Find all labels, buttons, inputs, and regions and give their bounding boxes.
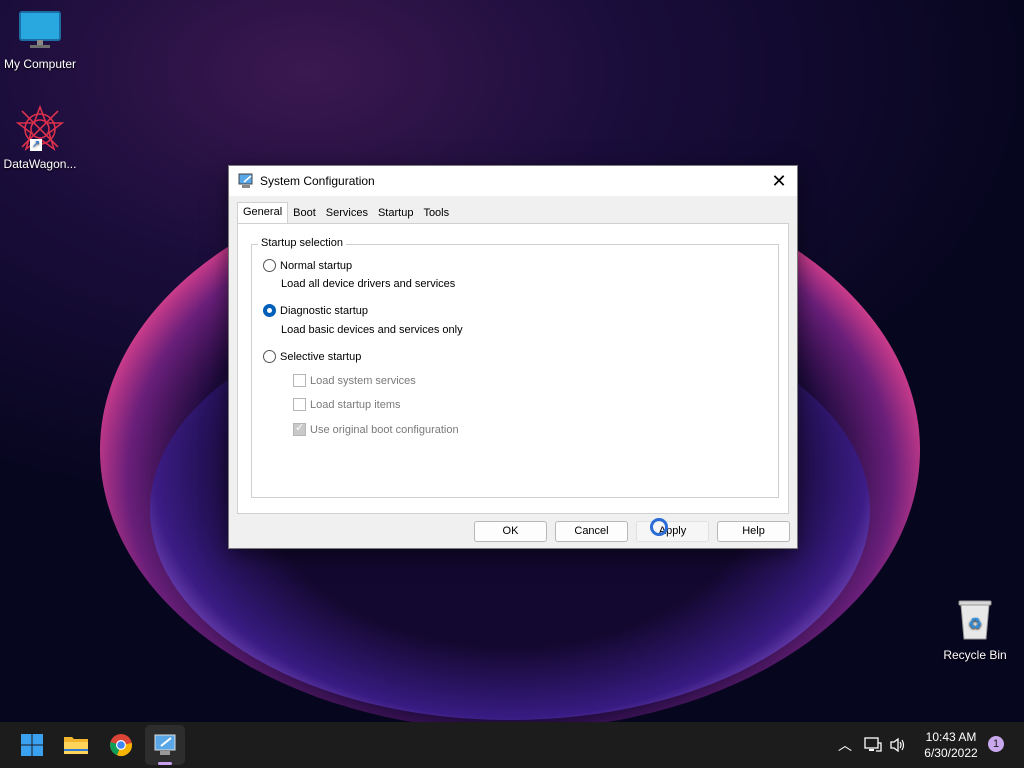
system-configuration-dialog: System Configuration ✕ General Boot Serv… <box>228 165 798 549</box>
windows-logo-icon <box>21 734 43 756</box>
svg-text:♻: ♻ <box>968 614 982 633</box>
network-icon <box>864 737 882 752</box>
load-system-services-option[interactable]: Load system services <box>293 374 416 387</box>
group-label: Startup selection <box>258 237 346 249</box>
use-original-boot-config-checkbox[interactable] <box>293 421 306 436</box>
diagnostic-startup-option[interactable]: Diagnostic startup <box>263 304 368 317</box>
tab-services[interactable]: Services <box>321 204 373 225</box>
normal-startup-radio[interactable] <box>263 259 276 272</box>
tab-startup[interactable]: Startup <box>373 204 418 225</box>
apply-button[interactable]: Apply <box>636 521 709 542</box>
busy-cursor-icon <box>650 518 668 536</box>
general-tab-panel: Startup selection Normal startup Load al… <box>237 223 789 514</box>
close-icon: ✕ <box>771 170 787 191</box>
notification-badge[interactable]: 1 <box>988 736 1004 752</box>
taskbar: ︿ 10:43 AM 6/30/2022 <box>0 722 1024 768</box>
startup-selection-group: Startup selection Normal startup Load al… <box>251 237 779 498</box>
selective-startup-label: Selective startup <box>280 350 362 363</box>
tab-tools[interactable]: Tools <box>418 204 454 225</box>
network-button[interactable] <box>864 722 882 768</box>
help-button[interactable]: Help <box>717 521 790 542</box>
use-original-boot-config-option[interactable]: Use original boot configuration <box>293 421 459 436</box>
desktop-icon-label: DataWagon... <box>3 157 77 171</box>
load-startup-items-label: Load startup items <box>310 398 401 411</box>
msconfig-icon <box>238 173 254 189</box>
datawagon-logo-icon: ↗ <box>15 104 65 153</box>
load-startup-items-option[interactable]: Load startup items <box>293 398 401 411</box>
speaker-icon <box>890 737 905 753</box>
desktop-icon-label: Recycle Bin <box>943 648 1007 662</box>
use-original-boot-config-label: Use original boot configuration <box>310 423 459 436</box>
system-configuration-taskbar-button[interactable] <box>151 731 179 759</box>
clock-time: 10:43 AM <box>925 730 977 744</box>
clock[interactable]: 10:43 AM 6/30/2022 <box>916 729 986 761</box>
normal-startup-description: Load all device drivers and services <box>281 278 456 290</box>
diagnostic-startup-radio[interactable] <box>263 304 276 317</box>
normal-startup-option[interactable]: Normal startup <box>263 259 352 272</box>
msconfig-icon <box>154 734 176 755</box>
desktop-icon-recycle-bin[interactable]: ♻ Recycle Bin <box>935 597 1015 662</box>
load-startup-items-checkbox[interactable] <box>293 398 306 411</box>
selective-startup-option[interactable]: Selective startup <box>263 350 361 363</box>
tab-bar: General Boot Services Startup Tools <box>237 202 454 227</box>
volume-button[interactable] <box>889 722 907 768</box>
diagnostic-startup-label: Diagnostic startup <box>280 304 369 317</box>
chrome-icon <box>110 734 132 757</box>
close-button[interactable]: ✕ <box>765 167 793 195</box>
load-system-services-checkbox[interactable] <box>293 374 306 387</box>
shortcut-arrow-icon: ↗ <box>30 139 42 151</box>
diagnostic-startup-description: Load basic devices and services only <box>281 324 463 336</box>
recycle-bin-icon: ♻ <box>935 597 1015 644</box>
normal-startup-label: Normal startup <box>280 259 353 272</box>
dialog-titlebar[interactable]: System Configuration ✕ <box>229 166 797 196</box>
folder-icon <box>64 737 88 754</box>
ok-button[interactable]: OK <box>474 521 547 542</box>
cancel-button[interactable]: Cancel <box>555 521 628 542</box>
load-system-services-label: Load system services <box>310 374 416 387</box>
clock-date: 6/30/2022 <box>924 746 978 760</box>
monitor-icon <box>0 10 80 53</box>
tab-boot[interactable]: Boot <box>288 204 321 225</box>
start-button[interactable] <box>18 731 46 759</box>
active-indicator <box>158 762 172 765</box>
desktop-icon-my-computer[interactable]: My Computer <box>0 10 80 71</box>
desktop-icon-datawagon[interactable]: ↗ DataWagon... <box>0 104 80 171</box>
chrome-button[interactable] <box>107 731 135 759</box>
chevron-up-icon: ︿ <box>838 737 852 753</box>
file-explorer-button[interactable] <box>62 731 90 759</box>
dialog-title: System Configuration <box>260 174 375 188</box>
selective-startup-radio[interactable] <box>263 350 276 363</box>
show-hidden-icons-button[interactable]: ︿ <box>838 722 852 768</box>
desktop-icon-label: My Computer <box>3 57 77 71</box>
